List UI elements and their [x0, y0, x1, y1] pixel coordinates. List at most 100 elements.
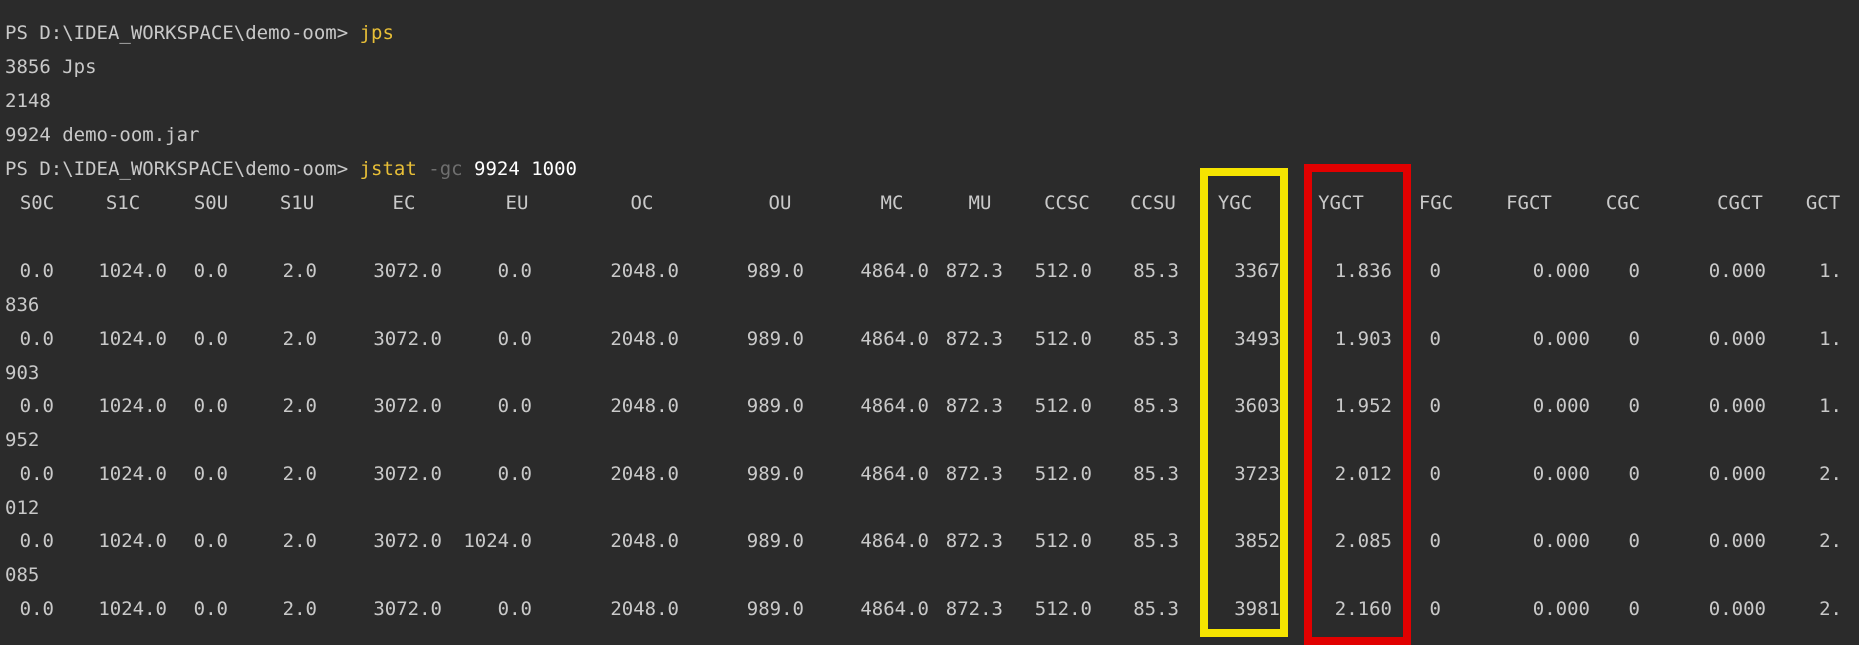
table-cell-s0c: 0.0 — [19, 463, 54, 485]
table-cell-ou: 989.0 — [746, 260, 804, 282]
table-cell-s0u: 0.0 — [193, 530, 228, 552]
table-cell-ygct: 1.952 — [1334, 395, 1392, 417]
table-cell-eu: 0.0 — [497, 463, 532, 485]
table-cell-s0u: 0.0 — [193, 395, 228, 417]
table-cell-fgct: 0.000 — [1532, 530, 1590, 552]
column-header-mc: MC — [880, 192, 904, 214]
table-cell-ccsc: 512.0 — [1034, 463, 1092, 485]
table-cell-ccsc: 512.0 — [1034, 598, 1092, 620]
table-cell-mc: 4864.0 — [860, 463, 929, 485]
table-cell-fgct: 0.000 — [1532, 328, 1590, 350]
output-line: 9924 demo-oom.jar — [5, 124, 200, 146]
column-header-ou: OU — [768, 192, 792, 214]
table-cell-fgc: 0 — [1429, 395, 1441, 417]
table-cell-ygct: 2.085 — [1334, 530, 1392, 552]
column-header-ccsu: CCSU — [1130, 192, 1176, 214]
table-cell-ou: 989.0 — [746, 328, 804, 350]
table-cell-mc: 4864.0 — [860, 598, 929, 620]
wrapped-gct-remainder: 836 — [5, 294, 40, 316]
table-cell-mu: 872.3 — [945, 395, 1003, 417]
table-cell-mc: 4864.0 — [860, 328, 929, 350]
column-header-s0u: S0U — [193, 192, 229, 214]
table-cell-cgct: 0.000 — [1708, 395, 1766, 417]
table-cell-ec: 3072.0 — [373, 463, 442, 485]
command-name: jstat — [359, 158, 417, 180]
command-flag: -gc — [416, 158, 463, 180]
column-header-gct: GCT — [1805, 192, 1841, 214]
table-cell-fgc: 0 — [1429, 328, 1441, 350]
table-cell-mu: 872.3 — [945, 598, 1003, 620]
output-line: 2148 — [5, 90, 51, 112]
table-cell-eu: 0.0 — [497, 598, 532, 620]
table-cell-ygct: 1.903 — [1334, 328, 1392, 350]
table-cell-ygct: 2.012 — [1334, 463, 1392, 485]
table-cell-ccsu: 85.3 — [1133, 260, 1179, 282]
column-header-cgct: CGCT — [1717, 192, 1763, 214]
table-cell-fgc: 0 — [1429, 530, 1441, 552]
table-cell-ec: 3072.0 — [373, 395, 442, 417]
column-header-fgc: FGC — [1418, 192, 1454, 214]
table-cell-ygc: 3493 — [1234, 328, 1280, 350]
table-cell-s1u: 2.0 — [282, 530, 317, 552]
prompt-line-jps: PS D:\IDEA_WORKSPACE\demo-oom> jps — [5, 16, 394, 50]
table-cell-ccsc: 512.0 — [1034, 260, 1092, 282]
table-cell-s0c: 0.0 — [19, 530, 54, 552]
column-header-oc: OC — [630, 192, 654, 214]
column-header-ec: EC — [392, 192, 416, 214]
table-cell-fgct: 0.000 — [1532, 260, 1590, 282]
table-cell-ccsu: 85.3 — [1133, 395, 1179, 417]
column-header-ygct: YGCT — [1318, 192, 1364, 214]
table-cell-ygc: 3603 — [1234, 395, 1280, 417]
table-cell-ygct: 2.160 — [1334, 598, 1392, 620]
table-cell-gct: 1. — [1819, 260, 1842, 282]
table-cell-fgc: 0 — [1429, 260, 1441, 282]
table-cell-s1c: 1024.0 — [98, 260, 167, 282]
output-line: 3856 Jps — [5, 56, 97, 78]
table-cell-ygc: 3723 — [1234, 463, 1280, 485]
table-cell-ygc: 3367 — [1234, 260, 1280, 282]
table-cell-oc: 2048.0 — [610, 530, 679, 552]
table-cell-ec: 3072.0 — [373, 328, 442, 350]
table-cell-ccsc: 512.0 — [1034, 395, 1092, 417]
table-cell-ygc: 3852 — [1234, 530, 1280, 552]
table-cell-s0c: 0.0 — [19, 598, 54, 620]
table-cell-s1c: 1024.0 — [98, 530, 167, 552]
prompt-path: PS D:\IDEA_WORKSPACE\demo-oom> — [5, 22, 360, 44]
table-cell-s1u: 2.0 — [282, 463, 317, 485]
table-cell-mc: 4864.0 — [860, 395, 929, 417]
table-cell-s1c: 1024.0 — [98, 395, 167, 417]
table-cell-ec: 3072.0 — [373, 598, 442, 620]
table-cell-ccsc: 512.0 — [1034, 530, 1092, 552]
table-cell-ccsu: 85.3 — [1133, 463, 1179, 485]
table-cell-cgc: 0 — [1628, 598, 1640, 620]
table-cell-s0u: 0.0 — [193, 598, 228, 620]
table-cell-cgct: 0.000 — [1708, 530, 1766, 552]
table-cell-s1u: 2.0 — [282, 260, 317, 282]
table-cell-s1u: 2.0 — [282, 395, 317, 417]
table-cell-mc: 4864.0 — [860, 260, 929, 282]
table-cell-s1u: 2.0 — [282, 598, 317, 620]
table-cell-s0c: 0.0 — [19, 260, 54, 282]
table-cell-fgct: 0.000 — [1532, 463, 1590, 485]
command-name: jps — [359, 22, 394, 44]
table-cell-cgct: 0.000 — [1708, 463, 1766, 485]
table-cell-oc: 2048.0 — [610, 328, 679, 350]
command-args: 9924 1000 — [462, 158, 577, 180]
column-header-cgc: CGC — [1605, 192, 1641, 214]
table-cell-mu: 872.3 — [945, 463, 1003, 485]
table-cell-mc: 4864.0 — [860, 530, 929, 552]
terminal-window[interactable]: PS D:\IDEA_WORKSPACE\demo-oom> jps 3856 … — [0, 0, 1859, 645]
wrapped-gct-remainder: 085 — [5, 564, 40, 586]
table-cell-s0c: 0.0 — [19, 395, 54, 417]
table-cell-cgc: 0 — [1628, 530, 1640, 552]
table-cell-oc: 2048.0 — [610, 463, 679, 485]
table-cell-mu: 872.3 — [945, 260, 1003, 282]
table-cell-oc: 2048.0 — [610, 598, 679, 620]
table-cell-cgc: 0 — [1628, 260, 1640, 282]
table-cell-ou: 989.0 — [746, 463, 804, 485]
table-cell-eu: 0.0 — [497, 260, 532, 282]
table-cell-cgc: 0 — [1628, 463, 1640, 485]
table-cell-ec: 3072.0 — [373, 530, 442, 552]
wrapped-gct-remainder: 952 — [5, 429, 40, 451]
table-cell-ou: 989.0 — [746, 395, 804, 417]
